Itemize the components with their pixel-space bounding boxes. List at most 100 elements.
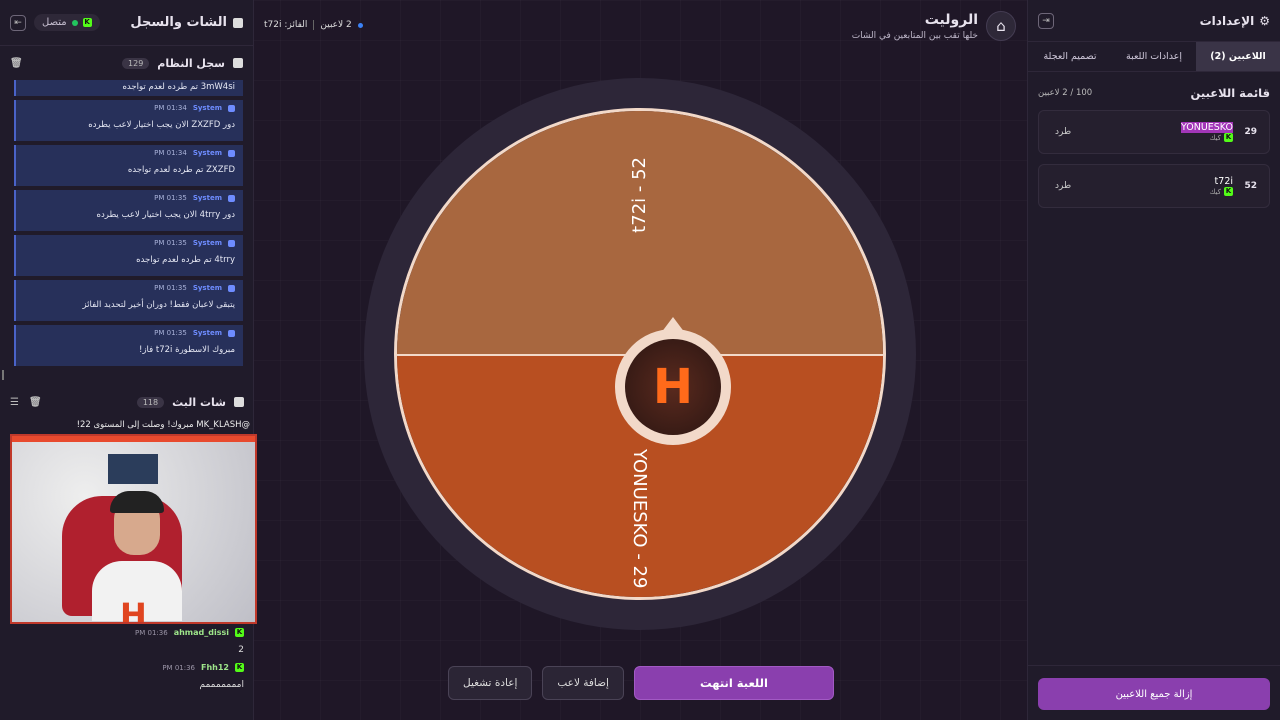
wall-poster: [108, 454, 158, 484]
message-text: دور ZXZFD الان يجب اختيار لاعب يطرده: [88, 120, 235, 130]
cam-label: MEESI: [108, 434, 143, 445]
message-text: 4trry تم طرده لعدم تواجده: [136, 255, 235, 265]
chat-log-panel: الشات والسجل K متصل ⇤ سجل النظام 129 🗑 3…: [0, 0, 257, 720]
player-platform: كيك: [1209, 133, 1221, 142]
collapse-panel-icon[interactable]: ⇥: [1038, 12, 1054, 29]
roulette-wheel-frame: t72i - 52 YONUESKO - 29 H: [364, 78, 916, 630]
game-status: 2 لاعبين الفائز: t72i: [264, 20, 363, 30]
message-author: System: [192, 239, 222, 247]
stream-chat-title: شات البث: [172, 395, 226, 409]
stream-chat-list[interactable]: Kahmad_dissi 01:36 PM 2 K Fhh12 01:36 PM امممم…: [0, 624, 254, 694]
collapse-panel-icon[interactable]: ⇤: [10, 14, 26, 31]
chat-panel-title: الشات والسجل: [130, 15, 227, 30]
remove-all-players-button[interactable]: إزالة جميع اللاعبين: [1038, 678, 1270, 710]
stream-chat-count: 118: [136, 396, 165, 408]
message-time: 01:35 PM: [154, 239, 187, 247]
tab-players[interactable]: اللاعبين (2): [1196, 42, 1280, 71]
settings-title: الإعدادات: [1199, 13, 1255, 28]
message-text: يتبقى لاعبان فقط! دوران أخير لتحديد الفا…: [82, 300, 235, 310]
restart-button[interactable]: إعادة تشغيل: [448, 666, 533, 700]
system-log-message: System 01:35 PM مبروك الاسطورة t72i فاز!: [14, 325, 243, 366]
wheel-label-bottom: YONUESKO - 29: [629, 449, 650, 589]
system-log-message: System 01:35 PM يتبقى لاعبان فقط! دوران أخ…: [14, 280, 243, 321]
home-icon[interactable]: ⌂: [986, 11, 1016, 41]
tab-wheel-design[interactable]: تصميم العجلة: [1028, 42, 1112, 71]
system-icon: [228, 194, 235, 202]
game-over-button[interactable]: اللعبة انتهت: [633, 666, 834, 700]
tab-game-settings[interactable]: إعدادات اللعبة: [1112, 42, 1196, 71]
webcam-overlay: MEESI H: [10, 434, 257, 624]
top-bar: ⌂ الروليت خلها تقب بين المتابعين في الشا…: [254, 0, 1026, 46]
system-icon: [228, 329, 235, 337]
connection-status-badge: K متصل: [34, 14, 100, 31]
chat-icon: [233, 17, 243, 28]
message-text: مبروك الاسطورة t72i فاز!: [139, 345, 235, 355]
chat-panel-header: الشات والسجل K متصل ⇤: [0, 0, 253, 46]
players-list-title: قائمة اللاعبين: [1190, 86, 1270, 100]
player-card: 29 YONUESKO كيك K طرد: [1038, 110, 1270, 154]
chat-username[interactable]: ahmad_dissi: [174, 628, 229, 637]
message-time: 01:35 PM: [154, 329, 187, 337]
wheel-label-top: t72i - 52: [629, 157, 650, 233]
kick-player-button[interactable]: طرد: [1055, 181, 1071, 191]
h-logo-icon: H: [120, 596, 147, 624]
message-time: 01:34 PM: [154, 149, 187, 157]
system-icon: [228, 149, 235, 157]
chat-message: Kahmad_dissi 01:36 PM 2: [0, 624, 254, 659]
system-log-list[interactable]: 3mW4si تم طرده لعدم تواجده System 01:34 PM…: [14, 80, 243, 370]
control-buttons: إعادة تشغيل إضافة لاعب اللعبة انتهت: [448, 666, 834, 700]
trash-icon[interactable]: 🗑: [29, 397, 42, 408]
chat-username[interactable]: Fhh12: [201, 663, 229, 672]
chat-bubble-icon: [234, 397, 244, 407]
system-log-message: System 01:34 PM دور ZXZFD الان يجب اختيار …: [14, 100, 243, 141]
online-dot-icon: [71, 19, 78, 26]
player-number: 52: [1244, 181, 1257, 191]
kick-icon: K: [1224, 187, 1233, 196]
settings-header: ⚙ الإعدادات ⇥: [1028, 0, 1280, 42]
message-author: System: [192, 104, 222, 112]
info-icon: [233, 58, 243, 68]
system-log-message: System 01:35 PM دور 4trry الان يجب اختيار …: [14, 190, 243, 231]
kick-player-button[interactable]: طرد: [1055, 127, 1071, 137]
message-time: 01:34 PM: [154, 104, 187, 112]
system-log-header: سجل النظام 129 🗑: [0, 46, 253, 80]
kick-icon: K: [1224, 133, 1233, 142]
system-icon: [228, 239, 235, 247]
h-logo-icon: H: [625, 339, 721, 435]
winner-label: الفائز: t72i: [264, 20, 308, 30]
connection-status-text: متصل: [42, 17, 67, 28]
system-log-message: System 01:35 PM 4trry تم طرده لعدم تواجده: [14, 235, 243, 276]
page-subtitle: خلها تقب بين المتابعين في الشات: [851, 31, 978, 41]
chat-text: امممممممم: [199, 680, 244, 690]
wheel-hub[interactable]: H: [615, 329, 731, 445]
trash-icon[interactable]: 🗑: [10, 58, 23, 69]
message-author: System: [192, 329, 222, 337]
kick-icon: K: [235, 663, 244, 672]
add-player-button[interactable]: إضافة لاعب: [542, 666, 624, 700]
message-text: ZXZFD تم طرده لعدم تواجده: [127, 165, 235, 175]
align-icon[interactable]: ☰: [10, 397, 19, 408]
player-platform: كيك: [1209, 187, 1221, 196]
system-log-message: 3mW4si تم طرده لعدم تواجده: [14, 80, 243, 96]
scrollbar[interactable]: [2, 370, 4, 380]
player-name: YONUESKO: [1180, 122, 1233, 133]
message-time: 01:35 PM: [154, 194, 187, 202]
chat-text: 2: [238, 645, 244, 655]
player-card: 52 t72i كيك K طرد: [1038, 164, 1270, 208]
message-author: System: [192, 194, 222, 202]
kick-icon: K: [235, 628, 244, 637]
roulette-wheel[interactable]: t72i - 52 YONUESKO - 29 H: [394, 108, 886, 600]
system-log-count: 129: [122, 57, 150, 69]
chat-time: 01:36 PM: [135, 628, 168, 637]
gear-icon: ⚙: [1259, 13, 1270, 28]
stream-marquee: @MK_KLASH مبروك! وصلت إلى المستوى 22!: [76, 420, 250, 430]
players-count: 2 لاعبين: [320, 20, 352, 30]
page-title: الروليت: [924, 12, 978, 28]
kick-icon: K: [82, 18, 92, 27]
player-name: t72i: [1214, 176, 1233, 187]
message-author: System: [192, 149, 222, 157]
message-text: دور 4trry الان يجب اختيار لاعب يطرده: [96, 210, 235, 220]
message-time: 01:35 PM: [154, 284, 187, 292]
system-icon: [228, 284, 235, 292]
settings-panel: ⚙ الإعدادات ⇥ اللاعبين (2) إعدادات اللعب…: [1027, 0, 1280, 720]
